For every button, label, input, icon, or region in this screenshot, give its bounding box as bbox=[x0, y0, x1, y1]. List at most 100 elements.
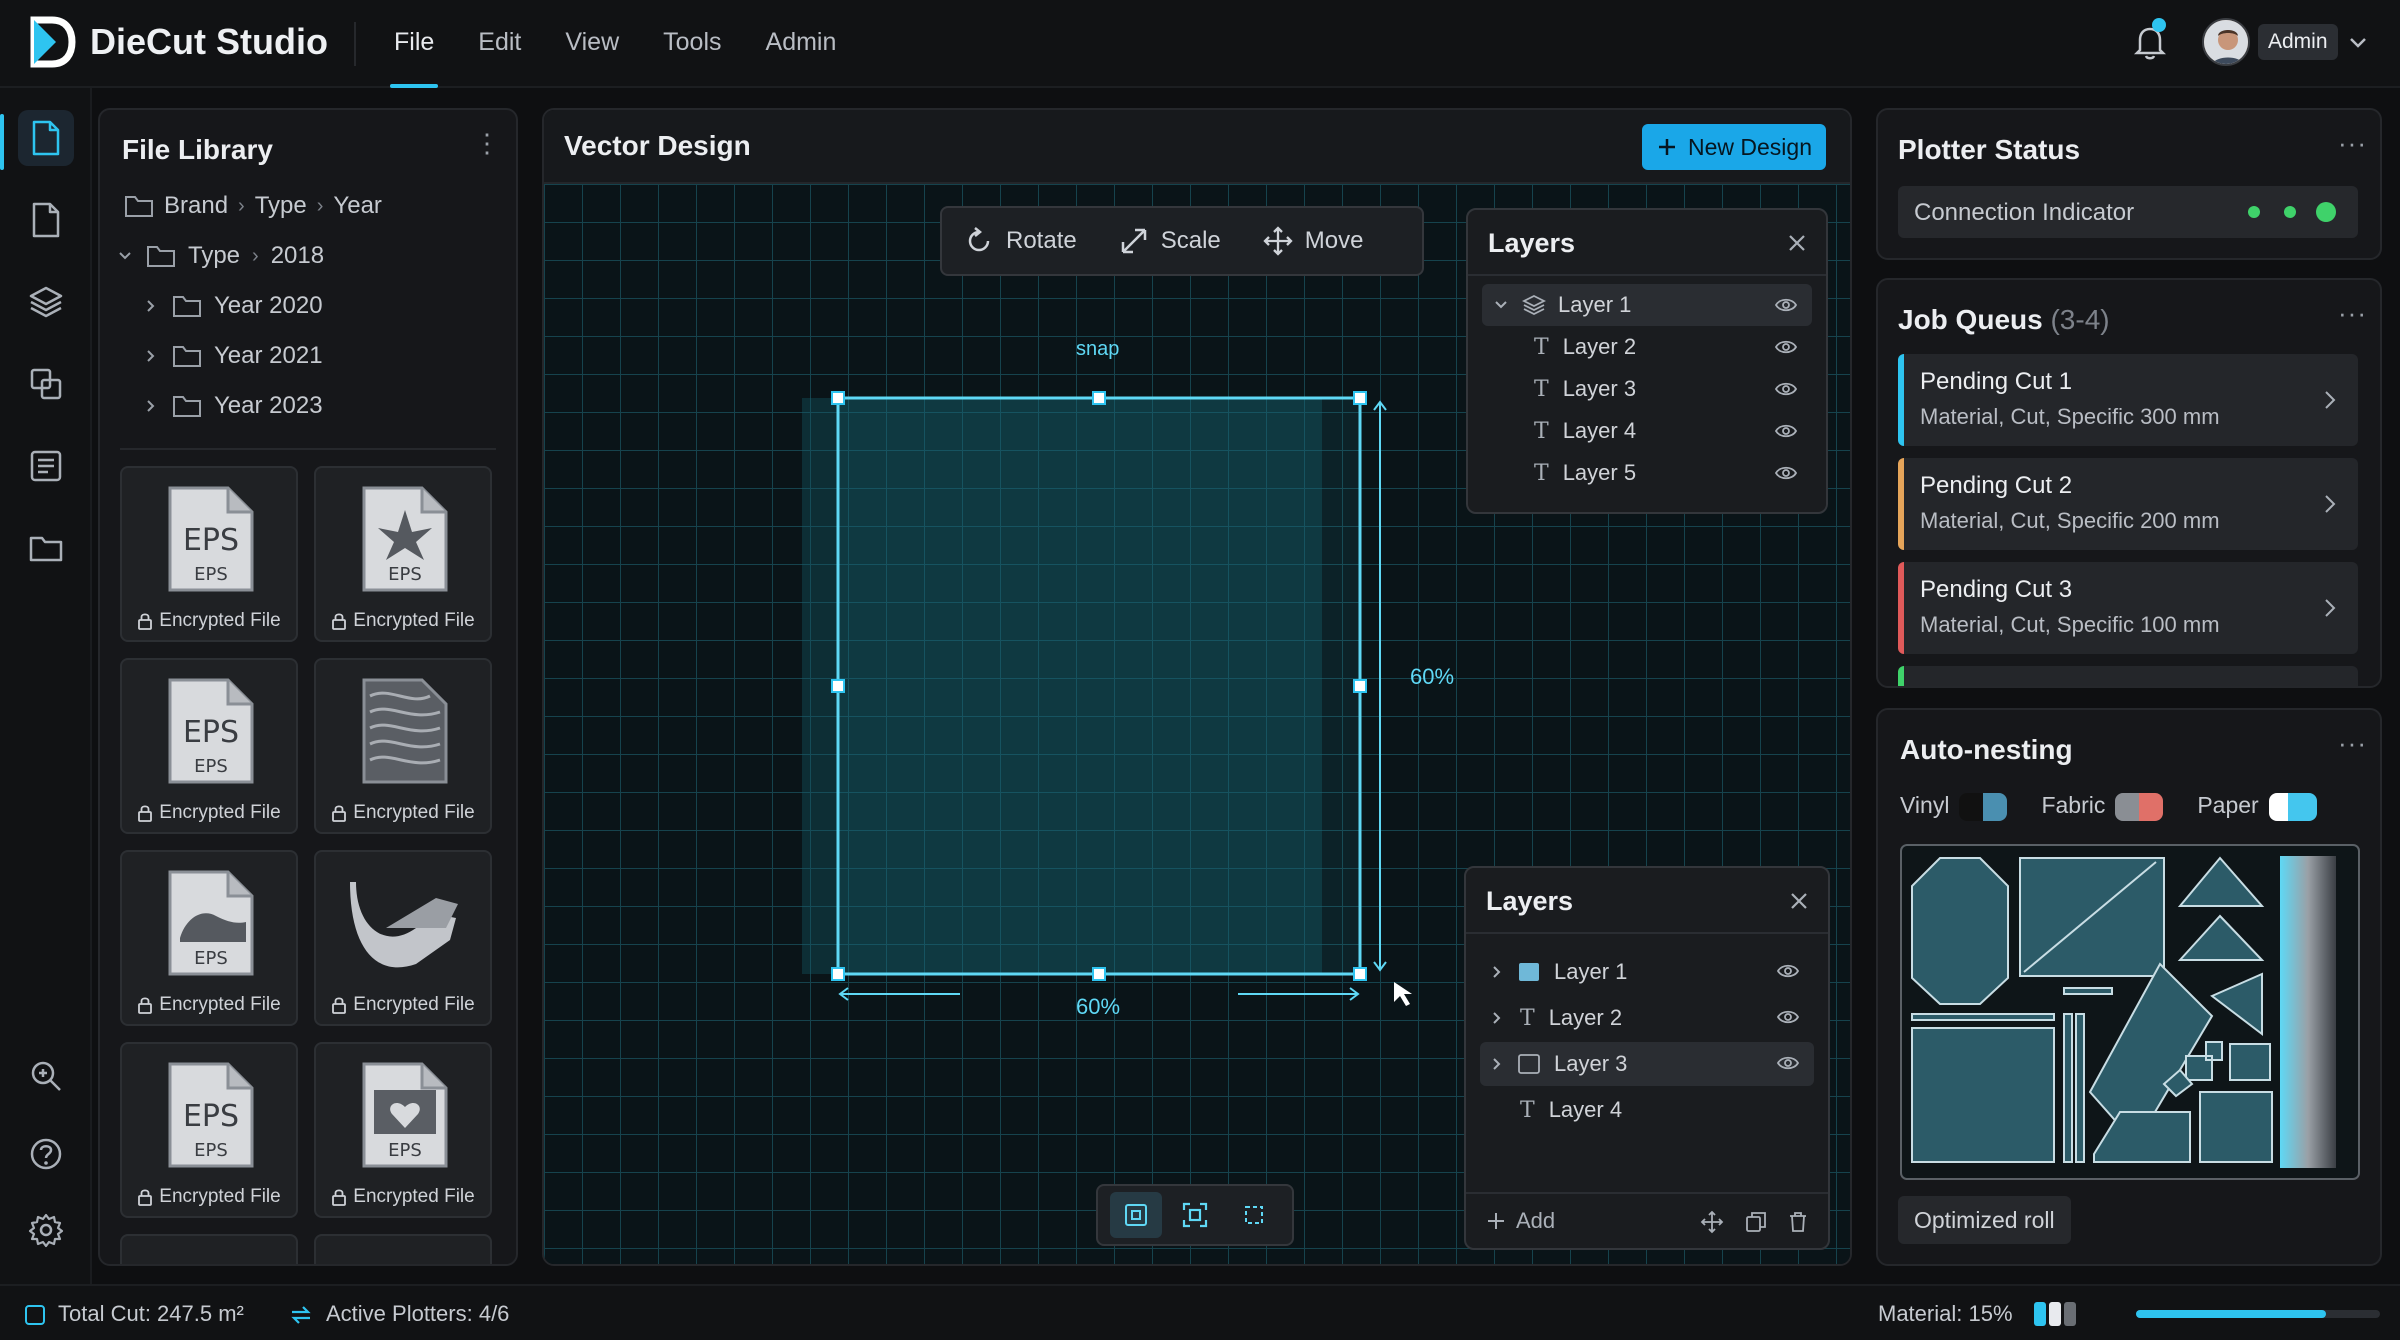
file-tile[interactable]: EPS EPS Encrypted File bbox=[120, 658, 298, 834]
resize-handle[interactable] bbox=[831, 967, 845, 981]
status-dot bbox=[2316, 202, 2336, 222]
layer-row[interactable]: Layer 3 bbox=[1480, 1042, 1814, 1086]
sidebar-item-documents[interactable] bbox=[18, 192, 74, 248]
sidebar-item-help[interactable] bbox=[18, 1126, 74, 1182]
file-tile[interactable]: Encrypted File bbox=[314, 658, 492, 834]
move-icon[interactable] bbox=[1700, 1210, 1724, 1234]
file-tile[interactable]: EPS EPS Encrypted File bbox=[120, 1042, 298, 1218]
eye-icon[interactable] bbox=[1774, 422, 1798, 440]
material-vinyl[interactable]: Vinyl bbox=[1900, 792, 2008, 821]
breadcrumb-type[interactable]: Type bbox=[255, 192, 307, 220]
layer-row[interactable]: T Layer 2 bbox=[1482, 326, 1812, 368]
checkbox-icon[interactable] bbox=[24, 1304, 46, 1326]
eye-icon[interactable] bbox=[1774, 380, 1798, 398]
layer-name: Layer 2 bbox=[1548, 1005, 1623, 1030]
fabric-swatch bbox=[2115, 792, 2164, 821]
sidebar-item-shapes[interactable] bbox=[18, 356, 74, 412]
selection-box[interactable] bbox=[836, 396, 1362, 976]
plotter-menu-icon[interactable]: ··· bbox=[2338, 128, 2367, 159]
sidebar-item-settings[interactable] bbox=[18, 1202, 74, 1258]
crop-button[interactable] bbox=[1228, 1192, 1280, 1238]
avatar[interactable] bbox=[2202, 18, 2250, 66]
sync-icon bbox=[291, 1306, 311, 1324]
tree-row-year-2023[interactable]: Year 2023 bbox=[142, 392, 323, 420]
menu-edit[interactable]: Edit bbox=[456, 0, 543, 88]
sidebar-active-indicator bbox=[0, 114, 4, 170]
breadcrumb-brand[interactable]: Brand bbox=[164, 192, 228, 220]
chevron-down-icon[interactable] bbox=[2346, 30, 2370, 54]
eye-icon[interactable] bbox=[1776, 1008, 1800, 1026]
fit-page-button[interactable] bbox=[1109, 1192, 1162, 1238]
file-tile-partial[interactable] bbox=[314, 1234, 492, 1264]
user-role-badge[interactable]: Admin bbox=[2258, 24, 2338, 60]
tile-label: Encrypted File bbox=[122, 802, 296, 824]
trash-icon[interactable] bbox=[1786, 1210, 1810, 1234]
material-paper[interactable]: Paper bbox=[2197, 792, 2317, 821]
menu-file[interactable]: File bbox=[372, 0, 456, 88]
auto-nesting-menu-icon[interactable]: ··· bbox=[2338, 728, 2367, 759]
sidebar-item-reports[interactable] bbox=[18, 438, 74, 494]
chevron-right-icon bbox=[147, 300, 155, 312]
menu-tools[interactable]: Tools bbox=[641, 0, 743, 88]
eye-icon[interactable] bbox=[1776, 1054, 1800, 1072]
focus-selection-button[interactable] bbox=[1169, 1192, 1221, 1238]
material-fabric[interactable]: Fabric bbox=[2041, 792, 2164, 821]
resize-handle[interactable] bbox=[1353, 391, 1367, 405]
app-name: DieCut Studio bbox=[90, 21, 328, 62]
tree-row-year-2020[interactable]: Year 2020 bbox=[142, 292, 323, 320]
resize-handle[interactable] bbox=[1092, 391, 1106, 405]
sidebar-item-search[interactable] bbox=[18, 1048, 74, 1104]
add-layer-button[interactable]: Add bbox=[1486, 1208, 1555, 1234]
close-icon[interactable] bbox=[1786, 232, 1808, 254]
job-card[interactable]: Pending Cut 1 Material, Cut, Specific 30… bbox=[1898, 354, 2358, 446]
job-queue-menu-icon[interactable]: ··· bbox=[2338, 298, 2367, 329]
layer-row[interactable]: T Layer 4 bbox=[1480, 1088, 1814, 1132]
resize-handle[interactable] bbox=[1092, 967, 1106, 981]
vinyl-swatch bbox=[1959, 792, 2008, 821]
job-card[interactable]: Pending Cut 3 Material, Cut, Specific 10… bbox=[1898, 562, 2358, 654]
optimized-roll-button[interactable]: Optimized roll bbox=[1898, 1196, 2071, 1244]
sidebar-item-files[interactable] bbox=[18, 110, 74, 166]
resize-handle[interactable] bbox=[1353, 967, 1367, 981]
menu-view[interactable]: View bbox=[543, 0, 641, 88]
text-layer-icon: T bbox=[1534, 460, 1549, 486]
breadcrumb-year[interactable]: Year bbox=[333, 192, 382, 220]
tree-row-type-2018[interactable]: Type › 2018 bbox=[116, 242, 324, 270]
eye-icon[interactable] bbox=[1774, 464, 1798, 482]
resize-handle[interactable] bbox=[831, 679, 845, 693]
sidebar-item-layers[interactable] bbox=[18, 274, 74, 330]
file-tile-partial[interactable] bbox=[120, 1234, 298, 1264]
tree-row-year-2021[interactable]: Year 2021 bbox=[142, 342, 323, 370]
resize-handle[interactable] bbox=[1353, 679, 1367, 693]
file-library-menu-icon[interactable]: ⋮ bbox=[474, 128, 501, 159]
close-icon[interactable] bbox=[1788, 890, 1810, 912]
eye-icon[interactable] bbox=[1776, 962, 1800, 980]
eye-icon[interactable] bbox=[1774, 338, 1798, 356]
indicator-segment bbox=[2034, 1302, 2046, 1326]
app-logo[interactable]: DieCut Studio bbox=[30, 16, 328, 68]
job-queue-panel: Job Queus (3-4) ··· Pending Cut 1 Materi… bbox=[1876, 278, 2382, 688]
divider bbox=[1466, 932, 1828, 934]
indicator-segment bbox=[2064, 1302, 2076, 1326]
layer-row[interactable]: Layer 1 bbox=[1482, 284, 1812, 326]
plotter-status-panel: Plotter Status ··· Connection Indicator bbox=[1876, 108, 2382, 260]
layer-name: Layer 3 bbox=[1562, 376, 1637, 401]
layer-row[interactable]: T Layer 5 bbox=[1482, 452, 1812, 494]
duplicate-icon[interactable] bbox=[1744, 1210, 1768, 1234]
sidebar-item-folders[interactable] bbox=[18, 520, 74, 576]
resize-handle[interactable] bbox=[831, 391, 845, 405]
layer-row[interactable]: Layer 1 bbox=[1480, 950, 1814, 994]
file-tile[interactable]: EPS EPS Encrypted File bbox=[120, 466, 298, 642]
file-tile[interactable]: EPS Encrypted File bbox=[314, 1042, 492, 1218]
job-card[interactable]: Pending Cut 2 Material, Cut, Specific 20… bbox=[1898, 458, 2358, 550]
job-card-partial[interactable] bbox=[1898, 666, 2358, 686]
menu-admin[interactable]: Admin bbox=[744, 0, 859, 88]
file-tile[interactable]: EPS Encrypted File bbox=[314, 466, 492, 642]
layer-row[interactable]: T Layer 3 bbox=[1482, 368, 1812, 410]
layer-row[interactable]: T Layer 4 bbox=[1482, 410, 1812, 452]
file-tile[interactable]: EPS Encrypted File bbox=[120, 850, 298, 1026]
layer-row[interactable]: T Layer 2 bbox=[1480, 996, 1814, 1040]
nesting-preview[interactable] bbox=[1900, 844, 2360, 1180]
file-tile[interactable]: Encrypted File bbox=[314, 850, 492, 1026]
eye-icon[interactable] bbox=[1774, 296, 1798, 314]
